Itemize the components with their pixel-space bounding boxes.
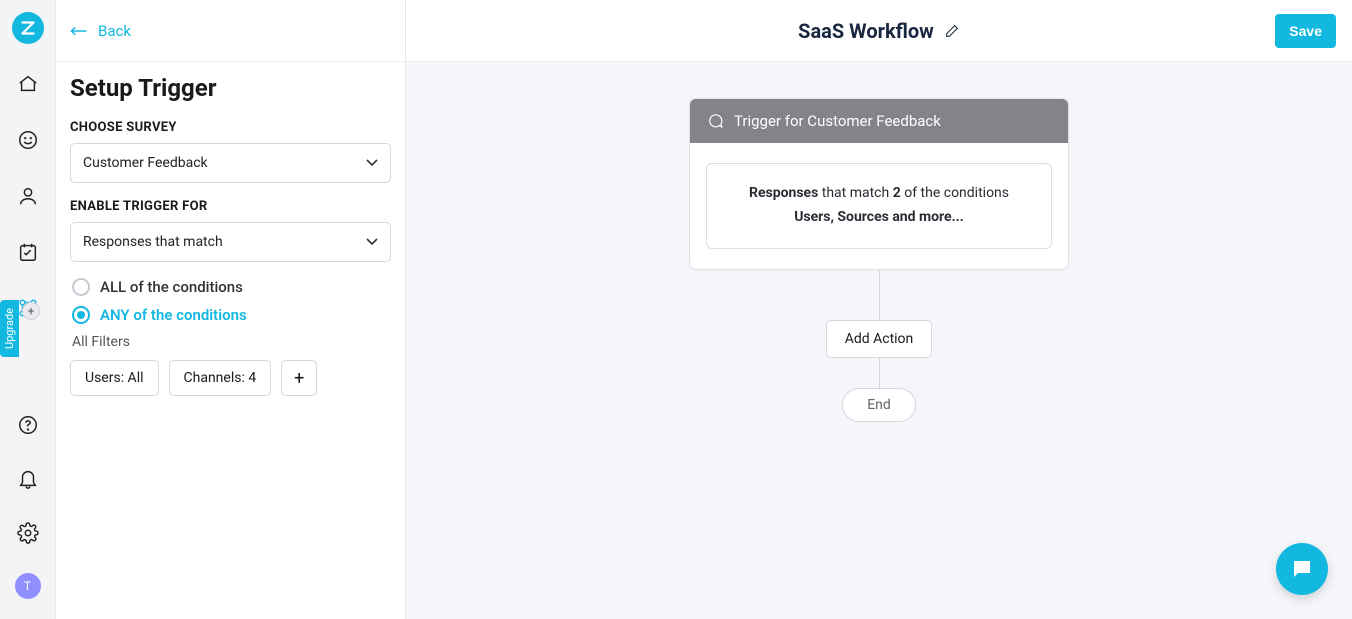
survey-select[interactable]: Customer Feedback [70, 143, 391, 183]
radio-all-conditions[interactable]: ALL of the conditions [72, 278, 391, 296]
upgrade-tab[interactable]: Upgrade [0, 300, 19, 357]
summary-text-1: that match [818, 185, 892, 201]
nav-home[interactable] [8, 64, 48, 104]
add-action-button[interactable]: Add Action [826, 320, 933, 358]
sidebar: Upgrade + T [0, 0, 56, 619]
radio-icon [72, 278, 90, 296]
all-filters-label: All Filters [72, 334, 391, 350]
edit-icon[interactable] [944, 23, 960, 39]
nav-users[interactable] [8, 176, 48, 216]
workspace: SaaS Workflow Save Trigger for Customer … [406, 0, 1352, 619]
upgrade-plus-icon: + [22, 302, 40, 320]
nav-top-group [8, 64, 48, 328]
chevron-down-icon [366, 159, 378, 167]
end-node: End [842, 388, 916, 422]
trigger-select-value: Responses that match [83, 234, 223, 250]
filter-chips: Users: All Channels: 4 + [70, 360, 391, 396]
avatar-button[interactable]: T [15, 573, 41, 599]
panel-header: Back [56, 0, 405, 62]
panel-title: Setup Trigger [70, 74, 391, 102]
back-button[interactable]: Back [70, 22, 131, 40]
chip-add-filter[interactable]: + [281, 360, 317, 396]
app-logo[interactable] [12, 12, 44, 44]
chevron-down-icon [366, 238, 378, 246]
connector-line [879, 358, 880, 388]
nav-tasks[interactable] [8, 232, 48, 272]
trigger-card-header: Trigger for Customer Feedback [690, 99, 1068, 143]
nav-notifications[interactable] [8, 459, 48, 499]
arrow-left-icon [70, 25, 88, 37]
survey-select-value: Customer Feedback [83, 155, 208, 171]
chip-channels[interactable]: Channels: 4 [169, 360, 272, 396]
workflow-canvas: Trigger for Customer Feedback Responses … [406, 62, 1352, 619]
nav-settings[interactable] [8, 513, 48, 553]
back-label: Back [98, 22, 131, 40]
chat-fab[interactable] [1276, 543, 1328, 595]
choose-survey-label: CHOOSE SURVEY [70, 120, 391, 135]
trigger-select[interactable]: Responses that match [70, 222, 391, 262]
nav-bottom-group: T [8, 405, 48, 619]
nav-feedback[interactable] [8, 120, 48, 160]
workflow-title-group: SaaS Workflow [798, 19, 960, 43]
trigger-card-title: Trigger for Customer Feedback [734, 112, 941, 130]
workflow-title: SaaS Workflow [798, 19, 934, 43]
radio-any-label: ANY of the conditions [100, 306, 247, 324]
panel-body: Setup Trigger CHOOSE SURVEY Customer Fee… [56, 62, 405, 408]
radio-any-conditions[interactable]: ANY of the conditions [72, 306, 391, 324]
chip-users[interactable]: Users: All [70, 360, 159, 396]
connector-line [879, 270, 880, 320]
summary-count: 2 [893, 185, 901, 201]
enable-trigger-label: ENABLE TRIGGER FOR [70, 199, 391, 214]
trigger-card[interactable]: Trigger for Customer Feedback Responses … [689, 98, 1069, 270]
save-button[interactable]: Save [1275, 14, 1336, 48]
radio-all-label: ALL of the conditions [100, 278, 243, 296]
top-bar: SaaS Workflow Save [406, 0, 1352, 62]
trigger-summary: Responses that match 2 of the conditions… [706, 163, 1052, 249]
chat-bubble-icon [1290, 557, 1314, 581]
chat-icon [706, 112, 724, 130]
summary-responses: Responses [749, 185, 818, 201]
nav-help[interactable] [8, 405, 48, 445]
summary-text-2: of the conditions [901, 185, 1009, 201]
trigger-card-body: Responses that match 2 of the conditions… [690, 143, 1068, 269]
radio-icon [72, 306, 90, 324]
summary-line-2: Users, Sources and more... [794, 209, 964, 225]
setup-panel: Back Setup Trigger CHOOSE SURVEY Custome… [56, 0, 406, 619]
